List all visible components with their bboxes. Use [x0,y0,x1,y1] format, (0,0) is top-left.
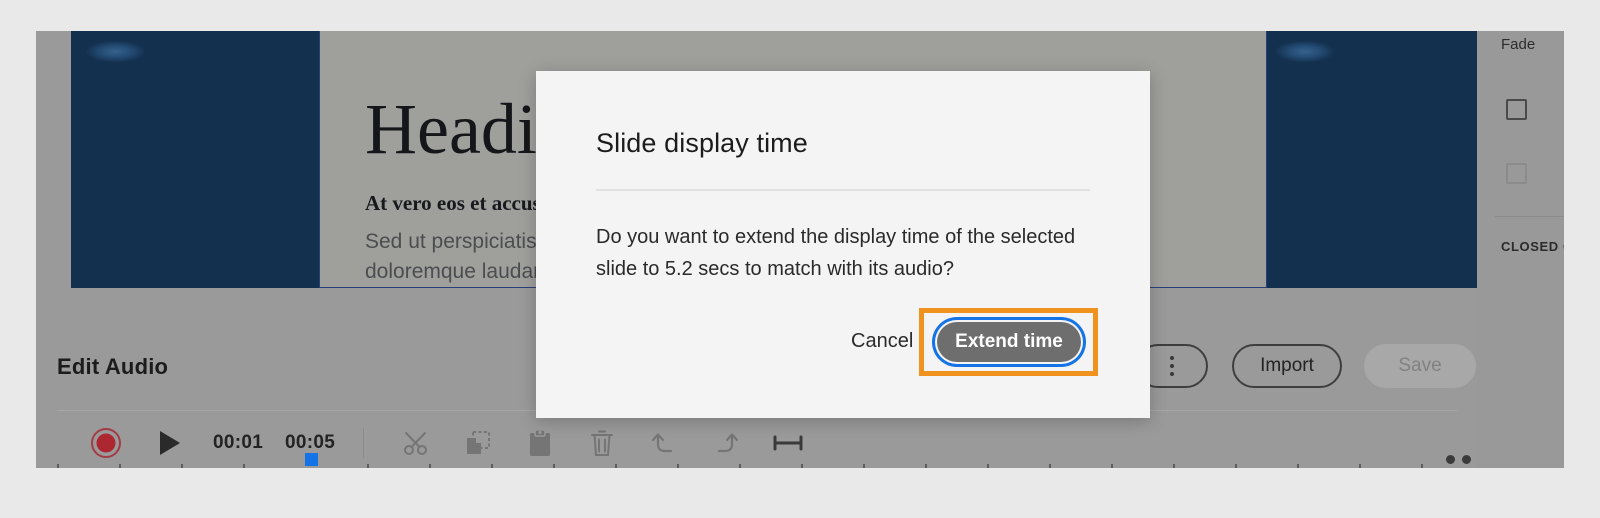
right-sidebar: Fade CLOSED CAPTIONS [1477,31,1564,468]
scissors-icon[interactable] [392,418,440,468]
record-icon[interactable] [84,418,128,468]
dialog-actions: Cancel Extend time [536,308,1150,376]
dialog-divider [596,189,1090,191]
current-time-label: 00:01 [213,432,264,453]
dialog-message: Do you want to extend the display time o… [596,226,1076,280]
extend-time-button[interactable]: Extend time [937,322,1081,362]
vertical-ellipsis-icon [1170,356,1174,376]
timeline-playhead[interactable] [305,453,318,466]
import-button[interactable]: Import [1232,344,1342,388]
timeline-ruler[interactable] [57,453,1457,468]
knit-texture-left-image [71,31,319,288]
undo-icon[interactable] [640,418,688,468]
sidebar-divider [1495,216,1564,217]
redo-icon[interactable] [702,418,750,468]
toolbar-separator [363,428,364,458]
copy-icon[interactable] [454,418,502,468]
trash-icon[interactable] [578,418,626,468]
save-button: Save [1364,344,1476,388]
sidebar-closed-captions-label: CLOSED CAPTIONS [1501,239,1564,254]
paste-icon[interactable] [516,418,564,468]
slide-display-time-dialog: Slide display time Do you want to extend… [536,71,1150,418]
extend-time-highlight-group: Extend time [919,308,1098,376]
knit-texture-right-image [1267,31,1477,288]
cancel-button[interactable]: Cancel [841,321,923,361]
dialog-title: Slide display time [596,128,808,158]
duration-icon[interactable] [764,418,812,468]
audio-toolbar: 00:01 00:05 [36,418,1477,468]
sidebar-checkbox-1[interactable] [1506,99,1527,120]
sidebar-checkbox-2[interactable] [1506,163,1527,184]
play-icon[interactable] [148,418,192,468]
sidebar-fade-label: Fade [1501,36,1536,53]
screenshot-root: Heading At vero eos et accusamus Sed ut … [0,0,1600,518]
panel-title: Edit Audio [57,354,169,379]
